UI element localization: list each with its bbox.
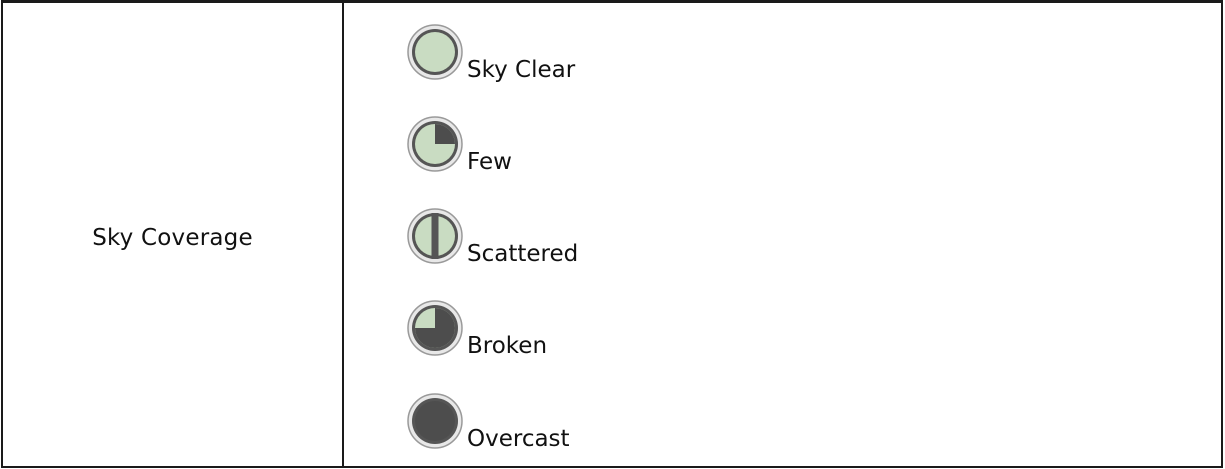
sky-clear-icon <box>406 23 464 81</box>
sky-coverage-table: Sky Coverage Sky Clear Few Scattered Bro… <box>1 0 1223 468</box>
legend-label: Broken <box>467 333 548 359</box>
broken-icon <box>406 299 464 357</box>
column-divider <box>342 3 344 466</box>
legend-label: Sky Clear <box>467 57 576 83</box>
legend-label: Overcast <box>467 426 570 452</box>
legend-label: Few <box>467 149 512 175</box>
scattered-icon <box>406 207 464 265</box>
few-icon <box>406 115 464 173</box>
label-cell: Sky Coverage <box>3 3 342 466</box>
legend-label: Scattered <box>467 241 579 267</box>
overcast-icon <box>406 392 464 450</box>
sky-coverage-label: Sky Coverage <box>92 224 253 251</box>
